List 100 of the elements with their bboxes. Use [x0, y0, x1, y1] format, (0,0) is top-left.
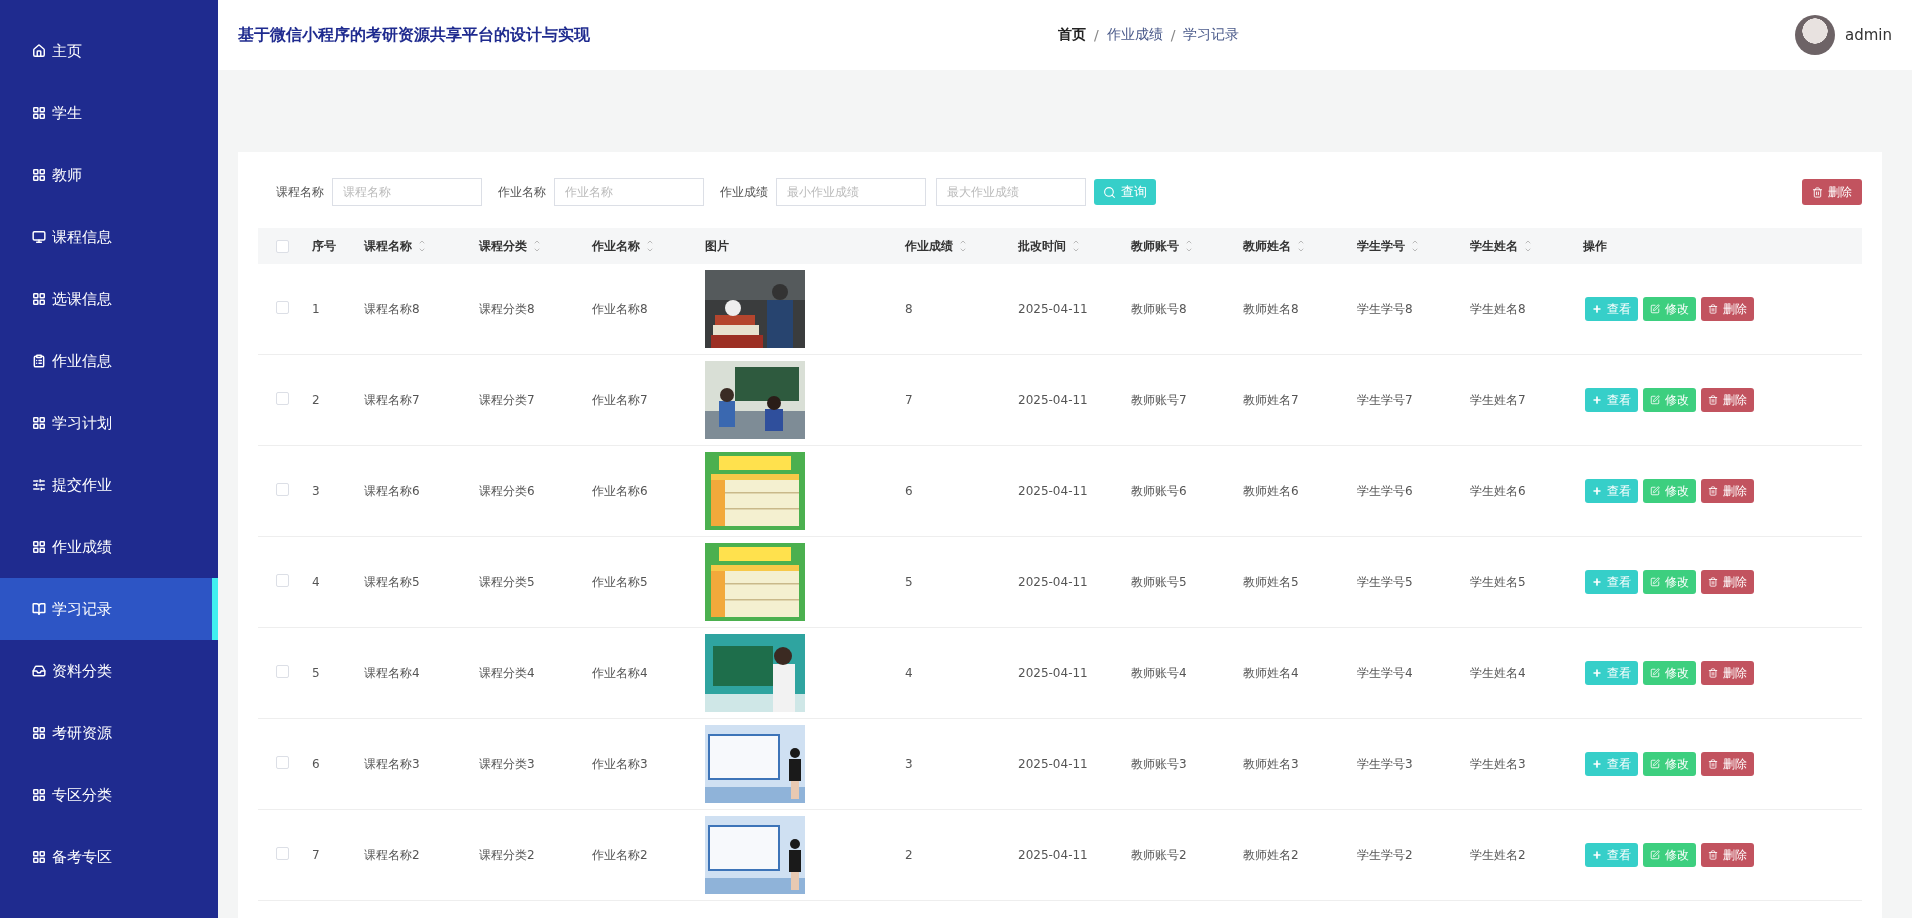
table-cell: 教师账号2 — [1131, 847, 1187, 862]
table-cell: 3 — [312, 484, 320, 498]
table-cell: 课程分类8 — [479, 301, 535, 316]
trash-icon — [1708, 668, 1718, 678]
sidebar-item[interactable]: 作业信息 — [0, 330, 218, 392]
table-cell: 2025-04-11 — [1018, 484, 1088, 498]
table-cell: 作业名称2 — [592, 847, 648, 862]
sidebar-item[interactable]: 选课信息 — [0, 268, 218, 330]
sort-icon[interactable] — [418, 238, 426, 254]
table-cell: 2 — [905, 848, 913, 862]
sort-icon[interactable] — [959, 238, 967, 254]
sidebar-item[interactable]: 备考专区 — [0, 826, 218, 888]
row-checkbox[interactable] — [276, 392, 289, 405]
delete-button[interactable]: 删除 — [1802, 179, 1862, 205]
column-header[interactable]: 作业名称 — [592, 237, 640, 255]
table-cell: 2025-04-11 — [1018, 666, 1088, 680]
table-cell: 5 — [905, 575, 913, 589]
table-cell: 学生姓名2 — [1470, 847, 1526, 862]
sort-icon[interactable] — [1297, 238, 1305, 254]
breadcrumb-link[interactable]: 首页 — [1058, 26, 1086, 44]
clipboard-icon — [32, 354, 46, 368]
sort-icon[interactable] — [1524, 238, 1532, 254]
sidebar-item[interactable]: 课程信息 — [0, 206, 218, 268]
table-cell: 教师姓名8 — [1243, 301, 1299, 316]
table-cell: 2025-04-11 — [1018, 393, 1088, 407]
plus-icon — [1592, 850, 1602, 860]
table-cell: 教师姓名5 — [1243, 574, 1299, 589]
table-cell: 教师姓名2 — [1243, 847, 1299, 862]
table-cell: 3 — [905, 757, 913, 771]
table-cell: 教师姓名7 — [1243, 392, 1299, 407]
delete-button[interactable]: 删除 — [1701, 570, 1754, 594]
breadcrumb-link[interactable]: 学习记录 — [1183, 26, 1240, 44]
table-cell: 课程名称4 — [364, 665, 420, 680]
filter-field[interactable]: 作业名称 — [554, 178, 704, 206]
filter-field[interactable]: 最大作业成绩 — [936, 178, 1086, 206]
delete-button[interactable]: 删除 — [1701, 661, 1754, 685]
sidebar-item[interactable]: 教师 — [0, 144, 218, 206]
sidebar-item[interactable]: 学习计划 — [0, 392, 218, 454]
sidebar-item[interactable]: 提交作业 — [0, 454, 218, 516]
row-checkbox[interactable] — [276, 847, 289, 860]
breadcrumb-link[interactable]: 作业成绩 — [1106, 26, 1163, 44]
column-header[interactable]: 学生学号 — [1357, 237, 1405, 255]
sidebar-item[interactable]: 资料分类 — [0, 640, 218, 702]
table-cell: 学生姓名8 — [1470, 301, 1526, 316]
column-header[interactable]: 批改时间 — [1018, 237, 1066, 255]
user-name[interactable]: admin — [1845, 26, 1892, 44]
column-header[interactable]: 教师账号 — [1131, 237, 1179, 255]
column-header[interactable]: 作业成绩 — [905, 237, 953, 255]
edit-icon — [1650, 395, 1660, 405]
row-checkbox[interactable] — [276, 574, 289, 587]
grid-icon — [32, 726, 46, 740]
table-cell: 作业名称4 — [592, 665, 648, 680]
sort-icon[interactable] — [1411, 238, 1419, 254]
column-header[interactable]: 学生姓名 — [1470, 237, 1518, 255]
delete-button[interactable]: 删除 — [1701, 388, 1754, 412]
sidebar-item[interactable]: 主页 — [0, 20, 218, 82]
column-header[interactable]: 教师姓名 — [1243, 237, 1291, 255]
app-title: 基于微信小程序的考研资源共享平台的设计与实现 — [238, 24, 591, 46]
column-header[interactable]: 课程名称 — [364, 237, 412, 255]
table-cell: 7 — [312, 848, 320, 862]
edit-icon — [1650, 759, 1660, 769]
column-header: 操作 — [1583, 237, 1607, 255]
filter-field[interactable]: 课程名称 — [332, 178, 482, 206]
sidebar-item[interactable]: 考研资源 — [0, 702, 218, 764]
table-cell: 5 — [312, 666, 320, 680]
table-cell: 学生学号7 — [1357, 392, 1413, 407]
delete-button[interactable]: 删除 — [1701, 297, 1754, 321]
filter-label: 作业成绩 — [720, 183, 768, 201]
table-cell: 学生学号4 — [1357, 665, 1413, 680]
sidebar-item[interactable]: 专区分类 — [0, 764, 218, 826]
sliders-icon — [32, 478, 46, 492]
sort-icon[interactable] — [646, 238, 654, 254]
table-cell: 1 — [312, 302, 320, 316]
grid-icon — [32, 168, 46, 182]
sidebar-item[interactable]: 作业成绩 — [0, 516, 218, 578]
sort-icon[interactable] — [533, 238, 541, 254]
table-cell: 学生学号6 — [1357, 483, 1413, 498]
table-cell: 6 — [312, 757, 320, 771]
delete-button[interactable]: 删除 — [1701, 843, 1754, 867]
row-checkbox[interactable] — [276, 483, 289, 496]
select-all-checkbox[interactable] — [276, 239, 289, 253]
row-checkbox[interactable] — [276, 301, 289, 314]
sort-icon[interactable] — [1072, 238, 1080, 254]
sidebar-item[interactable]: 学生 — [0, 82, 218, 144]
grid-icon — [32, 788, 46, 802]
delete-button[interactable]: 删除 — [1701, 479, 1754, 503]
trash-icon — [1708, 850, 1718, 860]
plus-icon — [1592, 668, 1602, 678]
row-checkbox[interactable] — [276, 665, 289, 678]
filter-field[interactable]: 最小作业成绩 — [776, 178, 926, 206]
sort-icon[interactable] — [1185, 238, 1193, 254]
column-header[interactable]: 课程分类 — [479, 237, 527, 255]
delete-button[interactable]: 删除 — [1701, 752, 1754, 776]
row-checkbox[interactable] — [276, 756, 289, 769]
trash-icon — [1708, 577, 1718, 587]
table-cell: 2025-04-11 — [1018, 848, 1088, 862]
sidebar-item[interactable]: 学习记录 — [0, 578, 218, 640]
avatar[interactable] — [1795, 15, 1835, 55]
table-cell: 作业名称6 — [592, 483, 648, 498]
table-cell: 教师账号8 — [1131, 301, 1187, 316]
